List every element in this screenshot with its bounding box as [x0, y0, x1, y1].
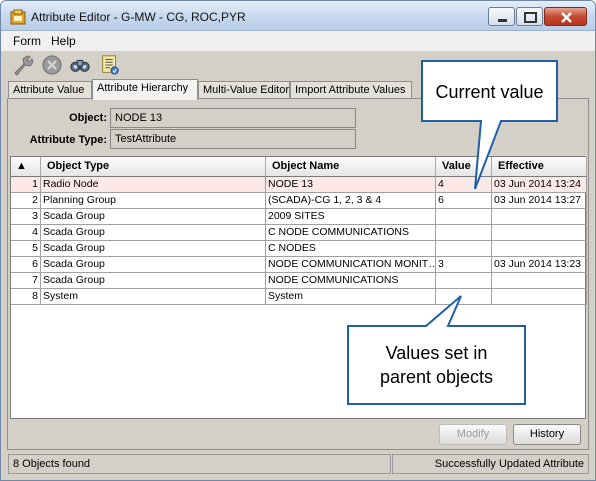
cell-effective: 03 Jun 2014 13:23 [492, 257, 587, 273]
cell-object-name: C NODE COMMUNICATIONS [266, 225, 436, 241]
cell-value [436, 241, 492, 257]
column-header-object-type[interactable]: Object Type [41, 157, 266, 177]
cell-value: 4 [436, 177, 492, 193]
tab-multi-value-editor[interactable]: Multi-Value Editor [198, 81, 290, 99]
wrench-icon[interactable] [12, 54, 34, 76]
cell-object-name: C NODES [266, 241, 436, 257]
history-button[interactable]: History [513, 424, 581, 445]
callout-current-value: Current value [435, 82, 544, 102]
row-number: 3 [11, 209, 41, 225]
cell-effective [492, 225, 587, 241]
maximize-icon [524, 12, 537, 23]
row-number: 1 [11, 177, 41, 193]
table-row[interactable]: 4 Scada Group C NODE COMMUNICATIONS [11, 225, 587, 241]
maximize-button[interactable] [516, 7, 543, 26]
cell-object-name: System [266, 289, 436, 305]
table-row[interactable]: 5 Scada Group C NODES [11, 241, 587, 257]
title-bar[interactable]: Attribute Editor - G-MW - CG, ROC,PYR [1, 1, 595, 31]
tab-import-attribute-values[interactable]: Import Attribute Values [290, 81, 412, 99]
sort-indicator[interactable]: ▲ [11, 157, 41, 177]
close-icon [561, 12, 572, 23]
attribute-editor-window: Attribute Editor - G-MW - CG, ROC,PYR Fo… [0, 0, 596, 481]
cell-object-type: Radio Node [41, 177, 266, 193]
column-header-value[interactable]: Value [436, 157, 492, 177]
status-bar: 8 Objects found Successfully Updated Att… [1, 453, 595, 480]
menu-form[interactable]: Form [13, 34, 41, 48]
minimize-icon [498, 19, 507, 22]
column-header-object-name[interactable]: Object Name [266, 157, 436, 177]
window-title: Attribute Editor - G-MW - CG, ROC,PYR [31, 10, 246, 24]
close-button[interactable] [544, 7, 587, 26]
cell-effective [492, 241, 587, 257]
callout-parent-values-line1: Values set in [385, 343, 488, 363]
cell-object-type: Scada Group [41, 225, 266, 241]
table-row[interactable]: 1 Radio Node NODE 13 4 03 Jun 2014 13:24 [11, 177, 587, 193]
cell-value [436, 225, 492, 241]
cell-value [436, 289, 492, 305]
cell-value [436, 209, 492, 225]
cell-effective: 03 Jun 2014 13:24 [492, 177, 587, 193]
table-row[interactable]: 3 Scada Group 2009 SITES [11, 209, 587, 225]
table-row[interactable]: 6 Scada Group NODE COMMUNICATION MONIT… 3 03… [11, 257, 587, 273]
object-label: Object: [69, 112, 107, 124]
column-header-effective[interactable]: Effective [492, 157, 587, 177]
cell-value: 6 [436, 193, 492, 209]
cell-object-type: Scada Group [41, 273, 266, 289]
menu-bar: Form Help [1, 31, 595, 51]
cell-object-type: Scada Group [41, 257, 266, 273]
row-number: 8 [11, 289, 41, 305]
row-number: 6 [11, 257, 41, 273]
cell-object-name: NODE COMMUNICATION MONIT… [266, 257, 436, 273]
cell-object-type: System [41, 289, 266, 305]
status-object-count: 8 Objects found [8, 454, 391, 474]
cell-object-type: Scada Group [41, 241, 266, 257]
document-icon[interactable] [99, 54, 121, 76]
row-number: 5 [11, 241, 41, 257]
callout-parent-values-line2: parent objects [379, 367, 494, 387]
row-number: 4 [11, 225, 41, 241]
table-row[interactable]: 8 System System [11, 289, 587, 305]
cell-object-name: NODE 13 [266, 177, 436, 193]
cell-effective [492, 273, 587, 289]
table-row[interactable]: 7 Scada Group NODE COMMUNICATIONS [11, 273, 587, 289]
status-message: Successfully Updated Attribute [392, 454, 589, 474]
cell-value [436, 273, 492, 289]
cell-object-name: NODE COMMUNICATIONS [266, 273, 436, 289]
minimize-button[interactable] [488, 7, 515, 26]
toolbar [1, 51, 595, 79]
cell-object-name: 2009 SITES [266, 209, 436, 225]
attribute-type-label: Attribute Type: [29, 134, 107, 146]
binoculars-icon[interactable] [69, 54, 91, 76]
cell-effective [492, 209, 587, 225]
cell-effective: 03 Jun 2014 13:27 [492, 193, 587, 209]
table-row[interactable]: 2 Planning Group (SCADA)-CG 1, 2, 3 & 4 6 03… [11, 193, 587, 209]
attribute-type-field: TestAttribute [110, 129, 356, 149]
cell-object-type: Scada Group [41, 209, 266, 225]
cell-value: 3 [436, 257, 492, 273]
tab-attribute-value[interactable]: Attribute Value [8, 81, 92, 99]
cell-object-type: Planning Group [41, 193, 266, 209]
stop-icon[interactable] [41, 54, 63, 76]
cell-effective [492, 289, 587, 305]
object-field: NODE 13 [110, 108, 356, 128]
row-number: 2 [11, 193, 41, 209]
modify-button[interactable]: Modify [439, 424, 507, 445]
tab-attribute-hierarchy[interactable]: Attribute Hierarchy [92, 79, 198, 100]
row-number: 7 [11, 273, 41, 289]
menu-help[interactable]: Help [51, 34, 76, 48]
app-icon [10, 9, 26, 25]
cell-object-name: (SCADA)-CG 1, 2, 3 & 4 [266, 193, 436, 209]
